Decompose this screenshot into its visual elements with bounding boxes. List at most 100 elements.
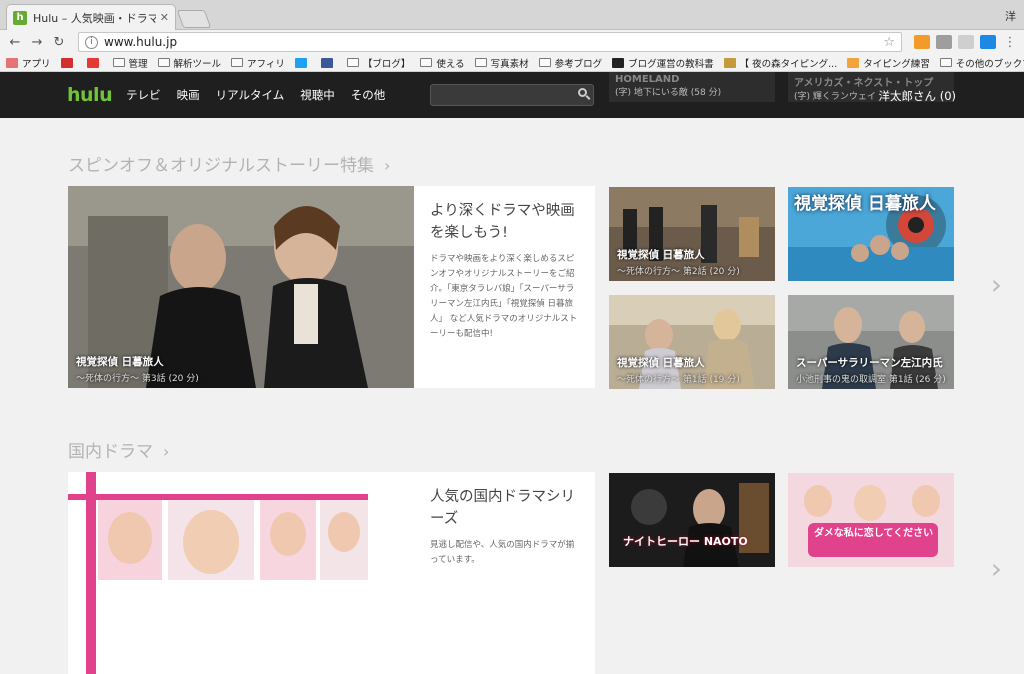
reload-icon[interactable]: ↻ bbox=[50, 35, 68, 50]
site-icon bbox=[723, 57, 736, 68]
series-tile[interactable]: ナイトヒーロー NAOTO bbox=[609, 473, 775, 567]
tile-sub: 小池刑事の鬼の取調室 第1話 (26 分) bbox=[796, 375, 946, 385]
tile-sub: 〜死体の行方〜 第2話 (20 分) bbox=[617, 267, 740, 277]
feature-heading: 人気の国内ドラマシリーズ bbox=[430, 489, 575, 527]
nav-tv[interactable]: テレビ bbox=[126, 87, 161, 103]
peek-title: アメリカズ・ネクスト・トップ bbox=[794, 78, 934, 89]
episode-tile[interactable]: スーパーサラリーマン左江内氏 小池刑事の鬼の取調室 第1話 (26 分) bbox=[788, 295, 954, 389]
profile-button[interactable]: 洋 bbox=[1005, 8, 1016, 24]
forward-icon[interactable]: → bbox=[28, 35, 46, 50]
peek-sub: (字) 地下にいる敵 (58 分) bbox=[615, 88, 722, 98]
bookmarks-bar: アプリ 管理 解析ツール アフィリ 【ブログ】 使える 写真素材 参考ブログ ブログ運営の教科書… bbox=[0, 54, 1024, 72]
bookmark-item[interactable]: 使える bbox=[420, 56, 465, 70]
browser-tab[interactable]: h Hulu – 人気映画・ドラマ・アニ ✕ bbox=[6, 4, 176, 30]
feature-card[interactable]: 視覚探偵 日暮旅人 〜死体の行方〜 第3話 (20 分) より深くドラマや映画を… bbox=[68, 186, 595, 388]
bookmark-item[interactable]: ブログ運営の教科書 bbox=[612, 56, 714, 70]
tab-title: Hulu – 人気映画・ドラマ・アニ bbox=[33, 11, 156, 25]
search-icon[interactable] bbox=[578, 88, 587, 97]
bookmark-item[interactable] bbox=[86, 57, 103, 68]
tile-logo-text: 視覚探偵 日暮旅人 bbox=[794, 194, 936, 214]
bookmark-label: アフィリ bbox=[247, 58, 285, 70]
menu-icon[interactable]: ⋮ bbox=[1002, 35, 1018, 50]
tile-title: 視覚探偵 日暮旅人 bbox=[617, 357, 705, 369]
bookmark-item[interactable]: 参考ブログ bbox=[538, 56, 602, 70]
facebook-icon bbox=[320, 57, 333, 68]
site-icon bbox=[612, 57, 625, 68]
bookmark-item[interactable]: 【 夜の森タイピング... bbox=[723, 56, 838, 70]
folder-icon bbox=[112, 58, 125, 67]
bookmark-label: 管理 bbox=[128, 58, 148, 70]
nav-realtime[interactable]: リアルタイム bbox=[216, 87, 285, 103]
bookmark-label: ブログ運営の教科書 bbox=[628, 58, 714, 70]
tile-logo-text: ダメな私に恋してください bbox=[814, 528, 934, 539]
bookmark-item[interactable]: 写真素材 bbox=[474, 56, 529, 70]
site-header: HOMELAND (字) 地下にいる敵 (58 分) アメリカズ・ネクスト・トッ… bbox=[0, 72, 1024, 118]
bookmark-item[interactable]: アプリ bbox=[6, 56, 51, 70]
bookmark-item[interactable]: 解析ツール bbox=[157, 56, 221, 70]
bookmark-label: 【 夜の森タイピング... bbox=[739, 58, 838, 70]
chevron-right-icon[interactable]: › bbox=[384, 156, 390, 175]
section-title-text[interactable]: 国内ドラマ bbox=[68, 442, 153, 462]
carousel-next-icon[interactable]: › bbox=[991, 268, 1002, 301]
browser-toolbar: ← → ↻ i www.hulu.jp ☆ ⋮ bbox=[0, 30, 1024, 54]
feature-body: ドラマや映画をより深く楽しめるスピンオフやオリジナルストーリーをご紹介。「東京タ… bbox=[430, 254, 578, 339]
extension-page-icon[interactable] bbox=[958, 35, 974, 49]
user-menu[interactable]: 洋太郎さん (0) bbox=[879, 88, 956, 104]
extension-blue-icon[interactable] bbox=[980, 35, 996, 49]
episode-tile[interactable]: 視覚探偵 日暮旅人 〜死体の行方〜 第2話 (20 分) bbox=[609, 187, 775, 281]
bookmark-item[interactable]: アフィリ bbox=[231, 56, 285, 70]
feature-image[interactable] bbox=[68, 472, 414, 674]
hulu-logo[interactable]: hulu bbox=[67, 84, 113, 106]
folder-icon bbox=[474, 58, 487, 67]
chevron-right-icon[interactable]: › bbox=[163, 442, 169, 461]
bookmark-star-icon[interactable]: ☆ bbox=[883, 35, 895, 50]
bookmark-item[interactable] bbox=[60, 57, 77, 68]
feature-card[interactable]: 人気の国内ドラマシリーズ 見逃し配信や、人気の国内ドラマが揃っています。 bbox=[68, 472, 595, 674]
extension-chart-icon[interactable] bbox=[914, 35, 930, 49]
nav-movies[interactable]: 映画 bbox=[177, 87, 200, 103]
bookmark-item[interactable]: 【ブログ】 bbox=[346, 56, 410, 70]
bookmark-item[interactable] bbox=[320, 57, 337, 68]
bookmark-item[interactable]: タイピング練習 bbox=[847, 56, 930, 70]
section-title-text[interactable]: スピンオフ＆オリジナルストーリー特集 bbox=[68, 156, 374, 176]
back-icon[interactable]: ← bbox=[6, 35, 24, 50]
bookmark-item[interactable]: 管理 bbox=[112, 56, 148, 70]
nav-watching[interactable]: 視聴中 bbox=[300, 87, 335, 103]
nav-other[interactable]: その他 bbox=[351, 87, 386, 103]
extension-camera-icon[interactable] bbox=[936, 35, 952, 49]
episode-tile[interactable]: 視覚探偵 日暮旅人 bbox=[788, 187, 954, 281]
section-title[interactable]: 国内ドラマ › bbox=[68, 437, 169, 462]
series-tile[interactable]: ダメな私に恋してください bbox=[788, 473, 954, 567]
bookmark-label: その他のブックマーク bbox=[955, 58, 1024, 70]
folder-icon bbox=[157, 58, 170, 67]
search-input[interactable] bbox=[430, 84, 594, 106]
section-title[interactable]: スピンオフ＆オリジナルストーリー特集 › bbox=[68, 151, 390, 176]
close-tab-icon[interactable]: ✕ bbox=[160, 11, 169, 24]
feature-body: 見逃し配信や、人気の国内ドラマが揃っています。 bbox=[430, 540, 575, 565]
feature-photo bbox=[68, 472, 414, 674]
tile-key-art bbox=[609, 473, 775, 567]
bookmark-item[interactable] bbox=[294, 57, 311, 68]
folder-icon bbox=[231, 58, 244, 67]
circle-icon bbox=[86, 57, 99, 68]
tile-logo-text: ナイトヒーロー NAOTO bbox=[623, 535, 748, 548]
bookmark-item[interactable]: その他のブックマーク bbox=[939, 56, 1024, 70]
feature-image[interactable]: 視覚探偵 日暮旅人 〜死体の行方〜 第3話 (20 分) bbox=[68, 186, 414, 388]
header-peek-thumbnail[interactable]: HOMELAND (字) 地下にいる敵 (58 分) bbox=[609, 72, 775, 102]
episode-tile[interactable]: 視覚探偵 日暮旅人 〜死体の行方〜 第1話 (19 分) bbox=[609, 295, 775, 389]
url-text[interactable]: www.hulu.jp bbox=[104, 35, 883, 49]
site-icon bbox=[847, 57, 860, 68]
tile-caption: スーパーサラリーマン左江内氏 小池刑事の鬼の取調室 第1話 (26 分) bbox=[796, 355, 946, 385]
feature-caption: 視覚探偵 日暮旅人 〜死体の行方〜 第3話 (20 分) bbox=[76, 354, 199, 384]
folder-icon bbox=[346, 58, 359, 67]
site-info-icon[interactable]: i bbox=[85, 35, 98, 49]
feature-text: 人気の国内ドラマシリーズ 見逃し配信や、人気の国内ドラマが揃っています。 bbox=[414, 472, 595, 674]
caption-sub: 〜死体の行方〜 第3話 (20 分) bbox=[76, 374, 199, 384]
twitter-icon bbox=[294, 57, 307, 68]
folder-icon bbox=[420, 58, 433, 67]
feature-heading: より深くドラマや映画を楽しもう! bbox=[430, 203, 575, 241]
carousel-next-icon[interactable]: › bbox=[991, 552, 1002, 585]
address-bar[interactable]: i www.hulu.jp ☆ bbox=[78, 32, 902, 52]
new-tab-button[interactable] bbox=[176, 10, 212, 28]
gmail-icon bbox=[60, 57, 73, 68]
